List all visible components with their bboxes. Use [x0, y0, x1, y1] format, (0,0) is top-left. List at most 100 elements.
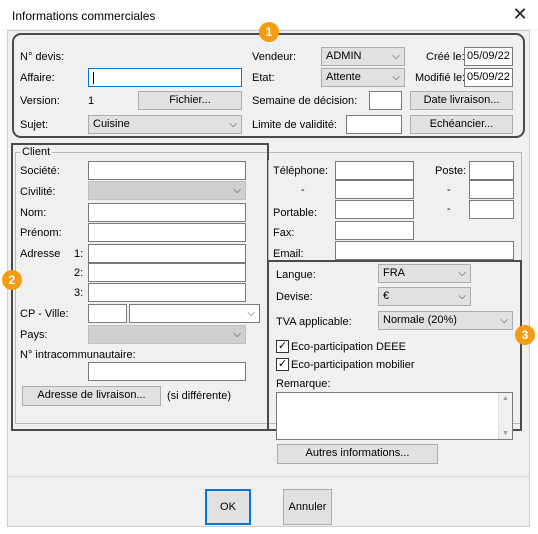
prenom-input[interactable]	[88, 223, 246, 242]
modifie-value: 05/09/22	[464, 68, 513, 87]
date-livraison-button[interactable]: Date livraison...	[410, 91, 513, 110]
devise-select[interactable]: € ⌵	[378, 287, 471, 306]
sujet-select[interactable]: Cuisine ⌵	[88, 115, 242, 134]
footer-separator	[8, 476, 529, 477]
civilite-select[interactable]: ⌵	[88, 181, 246, 200]
poste2-input[interactable]	[469, 180, 514, 199]
etat-select[interactable]: Attente ⌵	[321, 68, 405, 87]
intracom-input[interactable]	[88, 362, 246, 381]
fichier-button[interactable]: Fichier...	[138, 91, 242, 110]
autres-informations-button[interactable]: Autres informations...	[277, 444, 438, 464]
chevron-down-icon: ⌵	[233, 185, 241, 196]
semaine-input[interactable]	[369, 91, 402, 110]
adresse1-input[interactable]	[88, 244, 246, 263]
adresse3-input[interactable]	[88, 283, 246, 302]
remarque-label: Remarque:	[276, 378, 331, 390]
remarque-textarea[interactable]: ▲ ▼	[276, 392, 513, 440]
pays-label: Pays:	[20, 329, 48, 341]
email-input[interactable]	[335, 241, 514, 260]
affaire-label: Affaire:	[20, 72, 55, 84]
civilite-label: Civilité:	[20, 186, 56, 198]
limite-input[interactable]	[346, 115, 402, 134]
societe-input[interactable]	[88, 161, 246, 180]
langue-select[interactable]: FRA ⌵	[378, 264, 471, 283]
langue-label: Langue:	[276, 269, 316, 281]
window-title: Informations commerciales	[12, 9, 156, 23]
langue-value: FRA	[383, 267, 405, 279]
sujet-label: Sujet:	[20, 119, 49, 131]
ok-button[interactable]: OK	[205, 489, 251, 525]
ville-select[interactable]: ⌵	[129, 304, 260, 323]
telephone2-input[interactable]	[335, 180, 414, 199]
chevron-down-icon: ⌵	[458, 291, 466, 302]
email-label: Email:	[273, 248, 304, 260]
etat-value: Attente	[326, 71, 361, 83]
poste2-dash: -	[447, 184, 451, 196]
semaine-label: Semaine de décision:	[252, 95, 358, 107]
annuler-button[interactable]: Annuler	[283, 489, 332, 525]
eco-mobilier-checkbox[interactable]: ✓	[276, 358, 289, 371]
cp-input[interactable]	[88, 304, 127, 323]
chevron-down-icon: ⌵	[500, 315, 508, 326]
eco-deee-label: Eco-participation DEEE	[291, 341, 406, 353]
adresse-livraison-button[interactable]: Adresse de livraison...	[22, 386, 161, 406]
cree-label: Créé le:	[426, 51, 465, 63]
text-cursor	[93, 72, 94, 84]
adresse2-input[interactable]	[88, 263, 246, 282]
poste-label: Poste:	[435, 165, 467, 177]
check-icon: ✓	[277, 340, 288, 352]
cp-ville-label: CP - Ville:	[20, 308, 69, 320]
si-differente-label: (si différente)	[167, 390, 231, 402]
vendeur-label: Vendeur:	[252, 51, 297, 63]
devise-label: Devise:	[276, 291, 313, 303]
column-divider	[268, 160, 269, 260]
fax-label: Fax:	[273, 227, 295, 239]
portable-input[interactable]	[335, 200, 414, 219]
poste-input[interactable]	[469, 161, 514, 180]
pays-select[interactable]: ⌵	[88, 325, 246, 344]
poste3-input[interactable]	[469, 200, 514, 219]
scroll-down-icon[interactable]: ▼	[502, 430, 509, 437]
chevron-down-icon: ⌵	[392, 51, 400, 62]
intracom-label: N° intracommunautaire:	[20, 349, 136, 361]
telephone-label: Téléphone:	[273, 165, 329, 177]
chevron-down-icon: ⌵	[392, 72, 400, 83]
echeancier-button[interactable]: Echéancier...	[410, 115, 513, 134]
cree-value: 05/09/22	[464, 47, 513, 66]
version-value: 1	[88, 95, 95, 107]
tva-value: Normale (20%)	[383, 314, 457, 326]
tva-select[interactable]: Normale (20%) ⌵	[378, 311, 513, 330]
check-icon: ✓	[277, 358, 288, 370]
chevron-down-icon: ⌵	[458, 268, 466, 279]
numero-devis-label: N° devis:	[20, 51, 65, 63]
vendeur-select[interactable]: ADMIN ⌵	[321, 47, 405, 66]
fax-input[interactable]	[335, 221, 414, 240]
chevron-down-icon: ⌵	[247, 308, 255, 319]
portable-label: Portable:	[273, 207, 318, 219]
version-label: Version:	[20, 95, 60, 107]
badge-1: 1	[259, 22, 279, 42]
adresse-line3-label: 3:	[74, 287, 84, 299]
poste3-dash: -	[447, 203, 451, 215]
chevron-down-icon: ⌵	[233, 329, 241, 340]
telephone-input[interactable]	[335, 161, 414, 180]
sujet-value: Cuisine	[93, 118, 130, 130]
societe-label: Société:	[20, 165, 60, 177]
scroll-up-icon[interactable]: ▲	[502, 395, 509, 402]
devise-value: €	[383, 290, 390, 302]
adresse-line1-label: 1:	[74, 248, 84, 260]
modifie-label: Modifié le:	[415, 72, 466, 84]
eco-mobilier-label: Eco-participation mobilier	[291, 359, 415, 371]
eco-deee-checkbox[interactable]: ✓	[276, 340, 289, 353]
badge-2: 2	[2, 270, 22, 290]
nom-input[interactable]	[88, 203, 246, 222]
remarque-scrollbar[interactable]: ▲ ▼	[498, 393, 512, 439]
close-icon[interactable]: ✕	[508, 3, 532, 27]
chevron-down-icon: ⌵	[229, 119, 237, 130]
nom-label: Nom:	[20, 207, 47, 219]
adresse-line2-label: 2:	[74, 267, 84, 279]
affaire-input[interactable]	[88, 68, 242, 87]
badge-3: 3	[515, 325, 535, 345]
tva-label: TVA applicable:	[276, 316, 352, 328]
prenom-label: Prénom:	[20, 227, 62, 239]
